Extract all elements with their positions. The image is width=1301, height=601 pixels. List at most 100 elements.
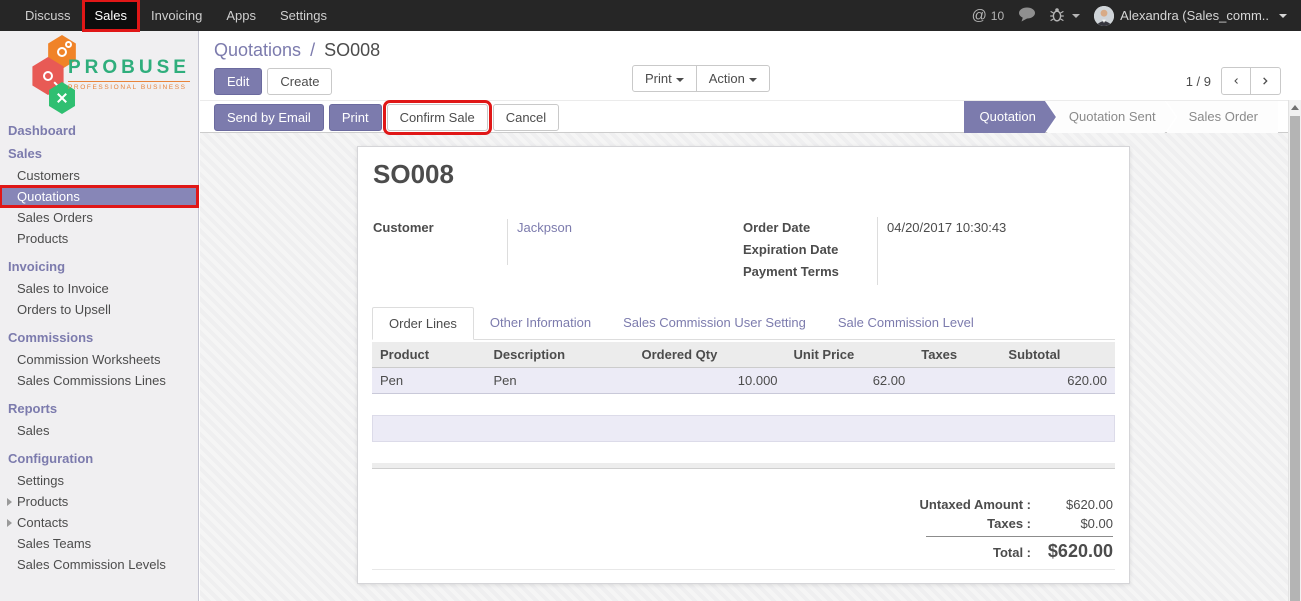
sidebar-item-label: Sales Teams — [17, 536, 91, 551]
sidebar-item-label: Products — [17, 494, 68, 509]
cell-product[interactable]: Pen — [372, 368, 486, 394]
scroll-up-arrow-icon — [1291, 105, 1299, 110]
col-unit-price[interactable]: Unit Price — [786, 342, 914, 368]
user-menu[interactable]: Alexandra (Sales_comm.. — [1094, 6, 1287, 26]
sidebar-heading-reports[interactable]: Reports — [0, 397, 198, 420]
vertical-scrollbar[interactable] — [1288, 100, 1301, 601]
edit-button[interactable]: Edit — [214, 68, 262, 95]
cancel-button[interactable]: Cancel — [493, 104, 559, 131]
breadcrumb-current: SO008 — [324, 40, 380, 60]
sidebar-nav: Dashboard Sales Customers Quotations Sal… — [0, 119, 198, 575]
tab-order-lines[interactable]: Order Lines — [372, 307, 474, 340]
sidebar-item-products[interactable]: Products — [0, 228, 198, 249]
pager-next-button[interactable] — [1251, 67, 1281, 95]
gear-icon — [65, 41, 72, 48]
sidebar-item-sales-teams[interactable]: Sales Teams — [0, 533, 198, 554]
menu-sales[interactable]: Sales — [83, 0, 140, 31]
col-product[interactable]: Product — [372, 342, 486, 368]
col-ordered-qty[interactable]: Ordered Qty — [634, 342, 786, 368]
avatar — [1094, 6, 1114, 26]
state-quotation-sent[interactable]: Quotation Sent — [1047, 101, 1176, 133]
probuse-logo[interactable]: PROBUSE PROFESSIONAL BUSINESS — [0, 31, 198, 119]
scroll-up-button[interactable] — [1289, 100, 1301, 115]
confirm-sale-button[interactable]: Confirm Sale — [387, 104, 488, 131]
sidebar-item-label: Sales — [17, 423, 50, 438]
sidebar-item-config-products[interactable]: Products — [0, 491, 198, 512]
col-description[interactable]: Description — [486, 342, 634, 368]
cell-subtotal[interactable]: 620.00 — [1000, 368, 1115, 394]
table-row[interactable]: Pen Pen 10.000 62.00 620.00 — [372, 368, 1115, 394]
create-button[interactable]: Create — [267, 68, 332, 95]
sidebar-item-sales-commission-levels[interactable]: Sales Commission Levels — [0, 554, 198, 575]
col-subtotal[interactable]: Subtotal — [1000, 342, 1115, 368]
field-separator — [877, 217, 878, 285]
sidebar-item-label: Customers — [17, 168, 80, 183]
sidebar-item-label: Orders to Upsell — [17, 302, 111, 317]
state-label: Quotation — [980, 109, 1036, 124]
messages-button[interactable] — [1018, 7, 1036, 25]
action-dropdown-button[interactable]: Action — [697, 65, 770, 92]
tab-bar: Order Lines Other Information Sales Comm… — [372, 307, 1115, 340]
debug-menu-button[interactable] — [1050, 7, 1080, 25]
sidebar-item-label: Sales to Invoice — [17, 281, 109, 296]
pager-previous-button[interactable] — [1221, 67, 1251, 95]
menu-discuss[interactable]: Discuss — [13, 0, 83, 31]
dates-field-group: Order Date 04/20/2017 10:30:43 Expiratio… — [743, 217, 1108, 283]
total-value: $620.00 — [1031, 541, 1113, 562]
chevron-down-icon — [676, 78, 684, 82]
state-quotation[interactable]: Quotation — [964, 101, 1056, 133]
sidebar-item-settings[interactable]: Settings — [0, 470, 198, 491]
sidebar-item-config-contacts[interactable]: Contacts — [0, 512, 198, 533]
scrollbar-thumb[interactable] — [1290, 116, 1300, 601]
expand-arrow-icon[interactable] — [7, 498, 12, 506]
sidebar-item-quotations[interactable]: Quotations — [0, 186, 198, 207]
menu-invoicing[interactable]: Invoicing — [139, 0, 214, 31]
mentions-counter[interactable]: @ 10 — [972, 7, 1005, 24]
magnifier-icon — [43, 71, 53, 81]
sidebar-heading-invoicing[interactable]: Invoicing — [0, 255, 198, 278]
sidebar-item-reports-sales[interactable]: Sales — [0, 420, 198, 441]
state-sales-order[interactable]: Sales Order — [1167, 101, 1278, 133]
sidebar-item-customers[interactable]: Customers — [0, 165, 198, 186]
untaxed-amount-label: Untaxed Amount : — [851, 497, 1031, 512]
pager-value: 1 / 9 — [1186, 74, 1211, 89]
cell-taxes[interactable] — [913, 368, 1000, 394]
sidebar-item-orders-to-upsell[interactable]: Orders to Upsell — [0, 299, 198, 320]
sidebar-heading-configuration[interactable]: Configuration — [0, 447, 198, 470]
pager-buttons — [1221, 67, 1281, 95]
chevron-down-icon — [1072, 14, 1080, 18]
topbar-right: @ 10 — [972, 0, 1301, 31]
sidebar-item-sales-commissions-lines[interactable]: Sales Commissions Lines — [0, 370, 198, 391]
menu-apps[interactable]: Apps — [214, 0, 268, 31]
sidebar-item-label: Products — [17, 231, 68, 246]
customer-value-link[interactable]: Jackpson — [507, 217, 572, 239]
sidebar-heading-commissions[interactable]: Commissions — [0, 326, 198, 349]
cell-description[interactable]: Pen — [486, 368, 634, 394]
quotation-number-title: SO008 — [373, 159, 454, 190]
expand-arrow-icon[interactable] — [7, 519, 12, 527]
sidebar-heading-dashboard[interactable]: Dashboard — [0, 119, 198, 142]
order-lines-table: Product Description Ordered Qty Unit Pri… — [372, 342, 1115, 394]
logo-title: PROBUSE — [68, 57, 190, 79]
print-button[interactable]: Print — [329, 104, 382, 131]
sidebar-heading-sales[interactable]: Sales — [0, 142, 198, 165]
tab-other-information[interactable]: Other Information — [474, 307, 607, 339]
gear-icon — [57, 47, 67, 57]
mention-icon: @ — [972, 7, 987, 24]
payment-terms-label: Payment Terms — [743, 261, 877, 283]
print-dropdown-button[interactable]: Print — [632, 65, 697, 92]
totals-block: Untaxed Amount : $620.00 Taxes : $0.00 T… — [851, 495, 1113, 564]
menu-settings[interactable]: Settings — [268, 0, 339, 31]
sidebar-item-label: Quotations — [17, 189, 80, 204]
col-taxes[interactable]: Taxes — [913, 342, 1000, 368]
bug-icon — [1050, 7, 1064, 25]
cell-unit-price[interactable]: 62.00 — [786, 368, 914, 394]
tab-sale-commission-level[interactable]: Sale Commission Level — [822, 307, 990, 339]
tab-sales-commission-user-setting[interactable]: Sales Commission User Setting — [607, 307, 822, 339]
send-by-email-button[interactable]: Send by Email — [214, 104, 324, 131]
breadcrumb-quotations-link[interactable]: Quotations — [214, 40, 301, 60]
sidebar-item-sales-orders[interactable]: Sales Orders — [0, 207, 198, 228]
sidebar-item-sales-to-invoice[interactable]: Sales to Invoice — [0, 278, 198, 299]
cell-ordered-qty[interactable]: 10.000 — [634, 368, 786, 394]
sidebar-item-commission-worksheets[interactable]: Commission Worksheets — [0, 349, 198, 370]
